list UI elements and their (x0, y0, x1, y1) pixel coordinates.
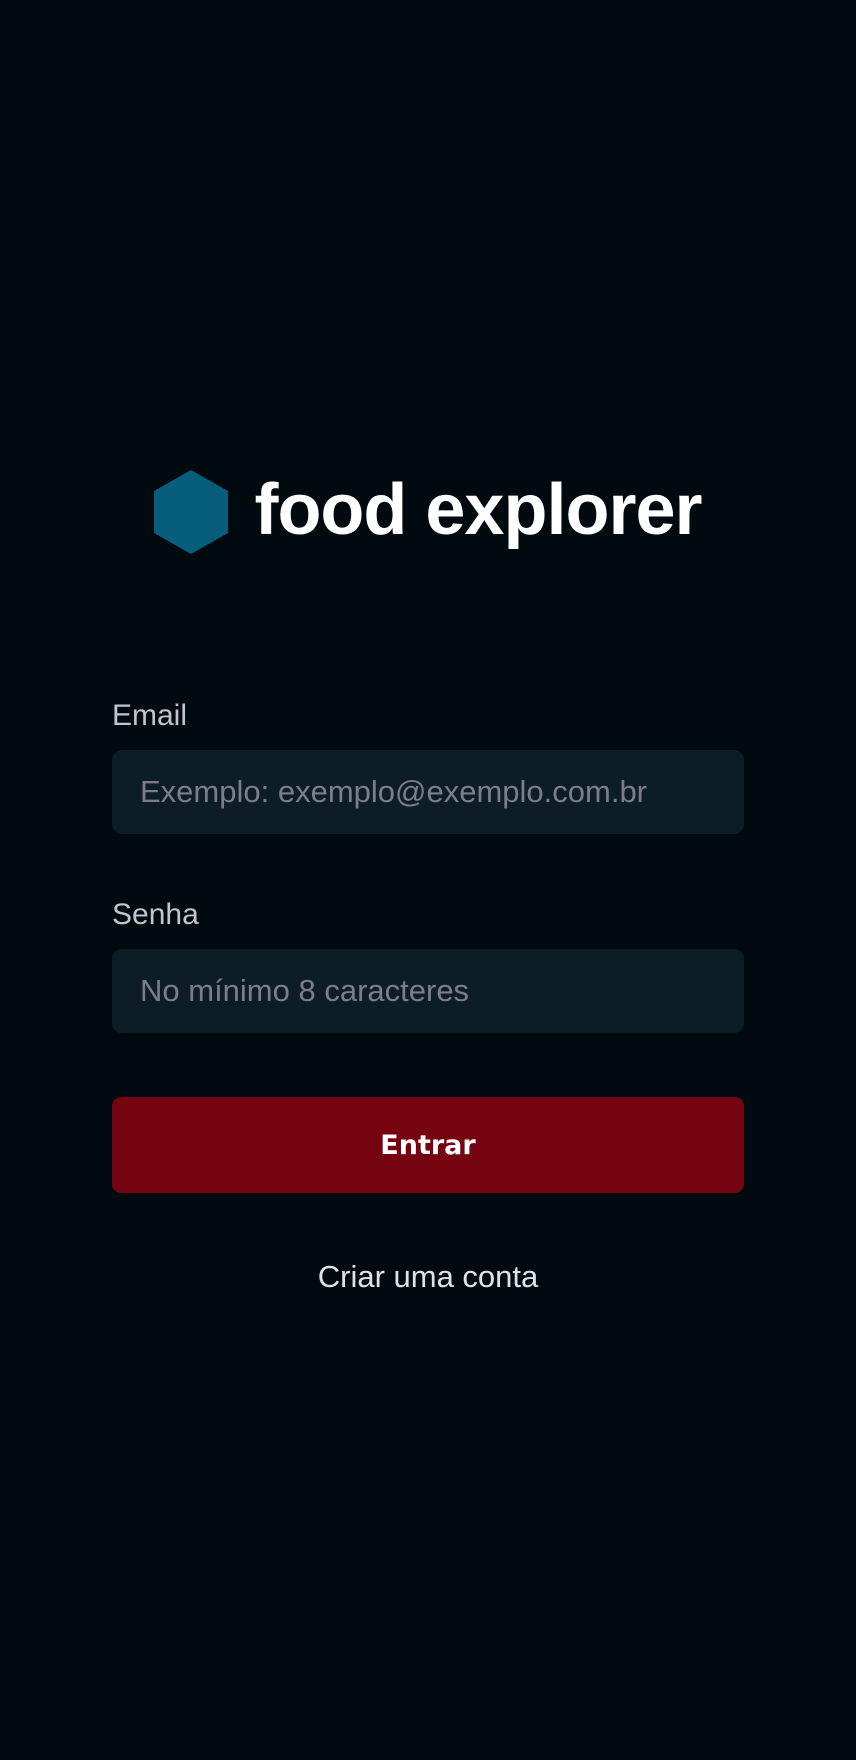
sign-in-form: Email Senha Entrar Criar uma conta (112, 697, 744, 1297)
password-label: Senha (112, 898, 199, 931)
email-field-group: Email (112, 697, 744, 834)
brand-name: food explorer (254, 470, 702, 550)
hexagon-icon (154, 470, 229, 554)
sign-in-button[interactable]: Entrar (112, 1097, 744, 1193)
password-input[interactable] (112, 949, 744, 1033)
email-input[interactable] (112, 750, 744, 834)
brand-logo: food explorer (0, 464, 856, 560)
sign-in-screen: food explorer Email Senha Entrar Criar u… (0, 0, 856, 1760)
create-account-link[interactable]: Criar uma conta (112, 1257, 744, 1297)
password-field-group: Senha (112, 896, 744, 1033)
email-label: Email (112, 699, 188, 732)
